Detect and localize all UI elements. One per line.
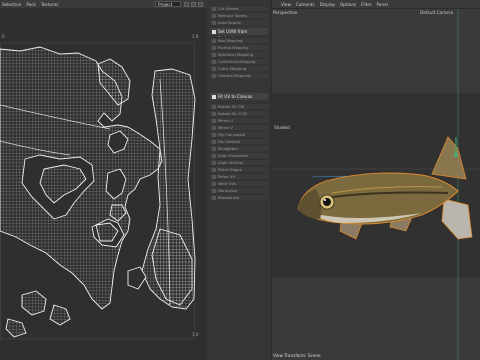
- tool-row[interactable]: Rotate 90 CW: [210, 103, 268, 109]
- tool-row[interactable]: Mirror V: [210, 124, 268, 130]
- menu-options[interactable]: Options: [340, 2, 356, 7]
- tool-row[interactable]: Normalize: [210, 187, 268, 193]
- tool-icon: [212, 140, 216, 144]
- tool-icon: [212, 119, 216, 123]
- set-uvw-from-projection-button[interactable]: Set UVW from Projection: [210, 28, 268, 41]
- tool-row[interactable]: Align Horizontal: [210, 152, 268, 158]
- uv-label-origin: 0: [2, 34, 5, 39]
- tool-icon: [212, 175, 216, 179]
- tool-row[interactable]: Straighten: [210, 145, 268, 151]
- tool-row[interactable]: Frontal Mapping: [210, 44, 268, 50]
- tool-row[interactable]: Randomize: [210, 194, 268, 200]
- tool-row[interactable]: Remove Seams: [210, 12, 268, 18]
- menu-textures[interactable]: Textures: [41, 2, 59, 7]
- close-icon[interactable]: [198, 1, 203, 7]
- tool-row[interactable]: Cylindrical Mapping: [210, 58, 268, 64]
- tool-row[interactable]: Cut Seams: [210, 5, 268, 11]
- viewport-camera-label[interactable]: Default Camera: [420, 10, 453, 15]
- uv-label-bottom-right: 1.0: [192, 332, 199, 337]
- tool-icon: [212, 60, 216, 64]
- tool-icon: [212, 74, 216, 78]
- uv-canvas[interactable]: 0 1.0 1.0: [0, 9, 207, 360]
- viewport-scene: [272, 9, 480, 360]
- tool-icon: [212, 14, 216, 18]
- settings-icon[interactable]: [191, 1, 196, 7]
- tool-icon: [212, 147, 216, 151]
- menu-cameras[interactable]: Cameras: [296, 2, 315, 7]
- tool-icon: [212, 112, 216, 116]
- tool-icon: [212, 133, 216, 137]
- menu-panel[interactable]: Panel: [377, 2, 388, 7]
- menu-display[interactable]: Display: [320, 2, 335, 7]
- tool-row[interactable]: Auto Seams: [210, 19, 268, 25]
- tool-icon: [212, 21, 216, 25]
- tool-icon: [212, 196, 216, 200]
- viewport-menubar: View Cameras Display Options Filter Pane…: [272, 0, 480, 8]
- tool-icon: [212, 126, 216, 130]
- menu-pack[interactable]: Pack: [26, 2, 36, 7]
- tool-row[interactable]: Align Vertical: [210, 159, 268, 165]
- tool-icon: [212, 105, 216, 109]
- uv-islands: [0, 42, 196, 340]
- tool-row[interactable]: Box Mapping: [210, 37, 268, 43]
- tool-icon: [212, 7, 216, 11]
- tool-row[interactable]: Camera Mapping: [210, 72, 268, 78]
- tool-row[interactable]: Spherical Mapping: [210, 51, 268, 57]
- viewport-footer: View Transform: Scene: [273, 353, 321, 358]
- viewport-view-label[interactable]: Perspective: [273, 10, 297, 15]
- tool-icon: [212, 182, 216, 186]
- tool-row[interactable]: Mirror U: [210, 117, 268, 123]
- project-select[interactable]: Project: [155, 1, 181, 7]
- tool-row[interactable]: Weld UVs: [210, 180, 268, 186]
- viewport-shading-label[interactable]: Shaded: [274, 125, 290, 130]
- tool-icon: [212, 67, 216, 71]
- layout-icon[interactable]: [184, 1, 189, 7]
- fit-uv-to-canvas-button[interactable]: Fit UV to Canvas: [210, 93, 268, 100]
- tool-row[interactable]: Flip Vertical: [210, 138, 268, 144]
- tool-icon: [212, 39, 216, 43]
- tool-row[interactable]: Relax UV: [210, 173, 268, 179]
- tool-icon: [212, 161, 216, 165]
- projection-icon: [212, 29, 216, 34]
- menu-view[interactable]: View: [281, 2, 291, 7]
- 3d-viewport[interactable]: [272, 9, 480, 360]
- tool-icon: [212, 53, 216, 57]
- tool-row[interactable]: Stitch Edges: [210, 166, 268, 172]
- uv-island-small-d: [49, 304, 71, 326]
- uv-island-small-c: [21, 290, 47, 316]
- fit-icon: [212, 94, 216, 99]
- uv-label-top-right: 1.0: [192, 34, 199, 39]
- menu-filter[interactable]: Filter: [361, 2, 371, 7]
- uv-island-small-e: [5, 318, 27, 338]
- tool-row[interactable]: Flip Horizontal: [210, 131, 268, 137]
- tool-row[interactable]: Cubic Mapping: [210, 65, 268, 71]
- tool-icon: [212, 46, 216, 50]
- tool-icon: [212, 168, 216, 172]
- menu-selection[interactable]: Selection: [2, 2, 21, 7]
- tool-icon: [212, 154, 216, 158]
- tool-row[interactable]: Rotate 90 CCW: [210, 110, 268, 116]
- tool-icon: [212, 189, 216, 193]
